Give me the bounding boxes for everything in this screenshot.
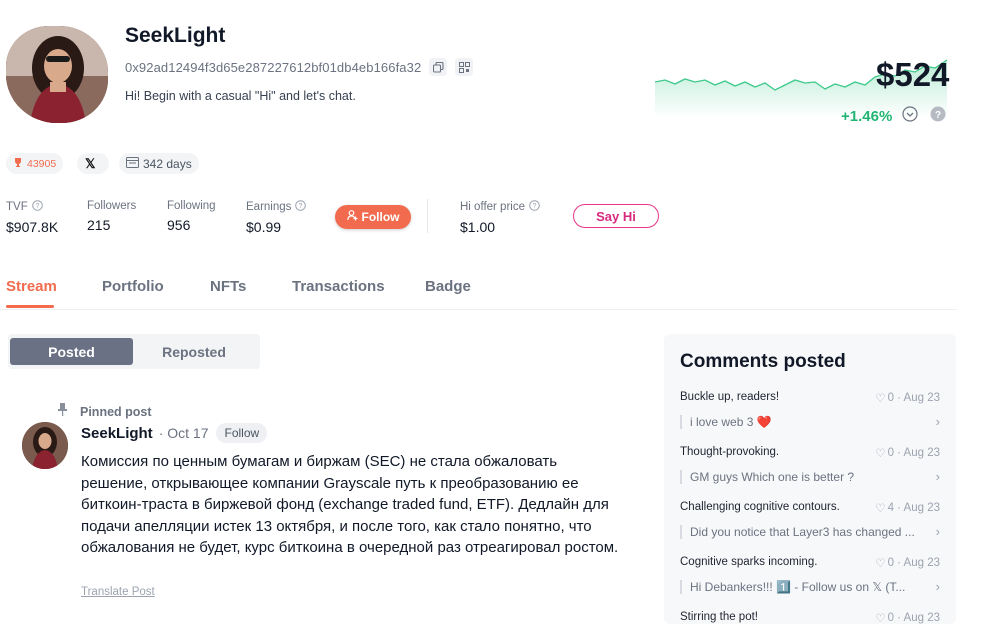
price-change: +1.46% ? <box>841 106 946 126</box>
comment-meta: 0 · Aug 23 <box>887 447 940 459</box>
comment-meta: 4 · Aug 23 <box>887 502 940 514</box>
stat-following[interactable]: Following 956 <box>167 200 216 233</box>
post-author-name[interactable]: SeekLight <box>81 425 153 442</box>
stat-value: $907.8K <box>6 219 59 235</box>
comment-meta: 0 · Aug 23 <box>887 557 940 569</box>
x-logo-icon: 𝕏 <box>85 155 96 171</box>
stat-value: $0.99 <box>246 219 282 235</box>
tab-nfts[interactable]: NFTs <box>210 278 246 295</box>
tab-badge[interactable]: Badge <box>425 278 471 295</box>
follow-button[interactable]: Follow <box>335 205 411 229</box>
rank-badge[interactable]: 43905 <box>6 153 64 174</box>
tabs-divider <box>0 309 957 310</box>
stat-label: Followers <box>87 200 137 212</box>
comment-title: Challenging cognitive contours. <box>680 501 840 513</box>
comment-title: Thought-provoking. <box>680 446 780 458</box>
stat-label: Hi offer price <box>460 201 525 213</box>
comment-meta: 0 · Aug 23 <box>887 392 940 404</box>
active-tab-indicator <box>6 305 54 308</box>
comment-item[interactable]: Stirring the pot! ♡ 0 · Aug 23 <box>680 611 940 625</box>
rank-value: 43905 <box>27 157 57 170</box>
comment-meta: 0 · Aug 23 <box>887 612 940 624</box>
stat-label: TVF <box>6 201 28 213</box>
comment-reply: GM guys Which one is better ? <box>680 469 854 484</box>
segment-posted[interactable]: Posted <box>10 338 133 365</box>
post-author-avatar[interactable] <box>22 422 68 469</box>
heart-icon: ♡ <box>875 613 886 625</box>
price-change-value: +1.46% <box>841 107 893 125</box>
svg-text:?: ? <box>533 203 537 210</box>
add-user-icon <box>346 210 358 224</box>
comment-item[interactable]: Cognitive sparks incoming. ♡ 0 · Aug 23 H… <box>680 556 940 594</box>
stat-tvf: TVF? $907.8K <box>6 200 58 235</box>
comment-item[interactable]: Buckle up, readers! ♡ 0 · Aug 23 i love w… <box>680 391 940 429</box>
svg-text:?: ? <box>299 203 303 210</box>
heart-icon: ♡ <box>875 448 886 460</box>
tab-portfolio[interactable]: Portfolio <box>102 278 164 295</box>
post-body: Комиссия по ценным бумагам и биржам (SEC… <box>81 453 619 556</box>
account-age-badge: 342 days <box>119 153 199 174</box>
help-icon[interactable]: ? <box>930 106 946 126</box>
say-hi-button[interactable]: Say Hi <box>573 204 659 228</box>
stat-value: $1.00 <box>460 219 496 235</box>
post-date: · Oct 17 <box>158 425 209 441</box>
post-header: SeekLight · Oct 17 Follow <box>81 423 268 443</box>
heart-icon: ♡ <box>875 393 886 405</box>
svg-text:?: ? <box>35 203 39 210</box>
pin-icon <box>57 403 68 421</box>
divider <box>427 199 428 233</box>
chevron-right-icon[interactable]: › <box>936 469 940 484</box>
tab-transactions[interactable]: Transactions <box>292 278 385 295</box>
key-price: $524 <box>876 56 950 93</box>
copy-icon[interactable] <box>429 58 448 76</box>
follow-button-label: Follow <box>361 210 400 224</box>
heart-icon: ♡ <box>875 558 886 570</box>
pinned-indicator: Pinned post <box>57 403 152 421</box>
translate-post-link[interactable]: Translate Post <box>81 586 155 598</box>
comment-item[interactable]: Challenging cognitive contours. ♡ 4 · Aug… <box>680 501 940 539</box>
info-icon[interactable]: ? <box>295 200 307 214</box>
stat-followers[interactable]: Followers 215 <box>87 200 136 233</box>
wallet-address-text: 0x92ad12494f3d65e287227612bf01db4eb166fa… <box>125 59 422 75</box>
svg-text:?: ? <box>935 110 941 121</box>
chevron-right-icon[interactable]: › <box>936 524 940 539</box>
tab-stream[interactable]: Stream <box>6 278 57 295</box>
qrcode-icon[interactable] <box>455 58 474 76</box>
segment-reposted[interactable]: Reposted <box>135 338 253 365</box>
hi-offer-price: Hi offer price? $1.00 <box>460 200 540 235</box>
chevron-down-circle-icon[interactable] <box>902 106 918 126</box>
stat-value: 215 <box>87 217 111 233</box>
comment-item[interactable]: Thought-provoking. ♡ 0 · Aug 23 GM guys W… <box>680 446 940 484</box>
comment-reply: Did you notice that Layer3 has changed .… <box>680 524 915 539</box>
profile-name: SeekLight <box>125 24 226 47</box>
chevron-right-icon[interactable]: › <box>936 414 940 429</box>
x-twitter-link[interactable]: 𝕏 <box>77 153 109 174</box>
stat-label: Earnings <box>246 201 292 213</box>
stat-value: 956 <box>167 217 191 233</box>
calendar-icon <box>126 156 139 171</box>
trophy-icon <box>13 157 23 170</box>
comment-title: Buckle up, readers! <box>680 391 780 403</box>
chevron-right-icon[interactable]: › <box>936 579 940 594</box>
comment-title: Cognitive sparks incoming. <box>680 556 818 568</box>
info-icon[interactable]: ? <box>31 200 43 214</box>
comment-reply: Hi Debankers!!! 1️⃣ - Follow us on 𝕏 (T.… <box>680 579 905 594</box>
profile-bio: Hi! Begin with a casual "Hi" and let's c… <box>125 89 356 103</box>
info-icon[interactable]: ? <box>529 200 540 214</box>
comment-title: Stirring the pot! <box>680 611 758 623</box>
account-age-value: 342 days <box>143 156 192 171</box>
stat-earnings: Earnings? $0.99 <box>246 200 307 235</box>
heart-icon: ♡ <box>875 503 886 515</box>
wallet-address: 0x92ad12494f3d65e287227612bf01db4eb166fa… <box>125 58 474 76</box>
comment-reply: i love web 3 ❤️ <box>680 414 772 429</box>
comments-title: Comments posted <box>680 351 846 372</box>
stat-label: Following <box>167 200 216 212</box>
pinned-label: Pinned post <box>80 405 152 419</box>
post-follow-button[interactable]: Follow <box>216 423 268 443</box>
profile-avatar <box>6 26 108 123</box>
